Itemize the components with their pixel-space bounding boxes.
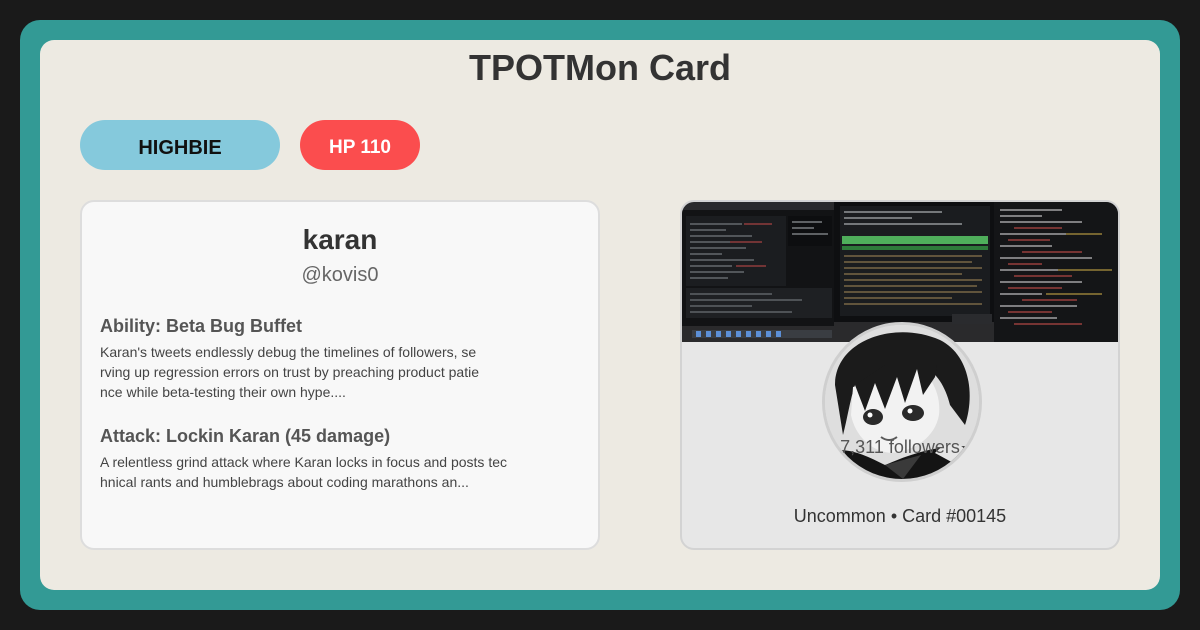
banner-image xyxy=(682,202,1118,342)
info-panel: karan @kovis0 Ability: Beta Bug Buffet K… xyxy=(80,200,600,550)
hp-badge: HP 110 xyxy=(300,120,420,170)
follower-count: 7,311 followers xyxy=(840,437,960,457)
profile-name: karan xyxy=(302,224,378,255)
avatar xyxy=(822,322,982,482)
attack-heading: Attack: Lockin Karan (45 damage) xyxy=(100,426,391,446)
image-panel: 7,311 followers Uncommon • Card #00145 xyxy=(680,200,1120,550)
card-body: TPOTMon Card HIGHBIE HP 110 karan @kovis… xyxy=(40,40,1160,590)
type-badge: HIGHBIE xyxy=(80,120,280,170)
monitors-code-photo-icon xyxy=(682,202,1118,342)
rarity-card-number: Uncommon • Card #00145 xyxy=(793,506,1007,526)
card-title: TPOTMon Card xyxy=(469,47,731,88)
profile-handle: @kovis0 xyxy=(301,264,379,286)
attack-description: A relentless grind attack where Karan lo… xyxy=(100,454,507,490)
ability-heading: Ability: Beta Bug Buffet xyxy=(100,316,302,336)
ability-description: Karan's tweets endlessly debug the timel… xyxy=(100,344,479,400)
